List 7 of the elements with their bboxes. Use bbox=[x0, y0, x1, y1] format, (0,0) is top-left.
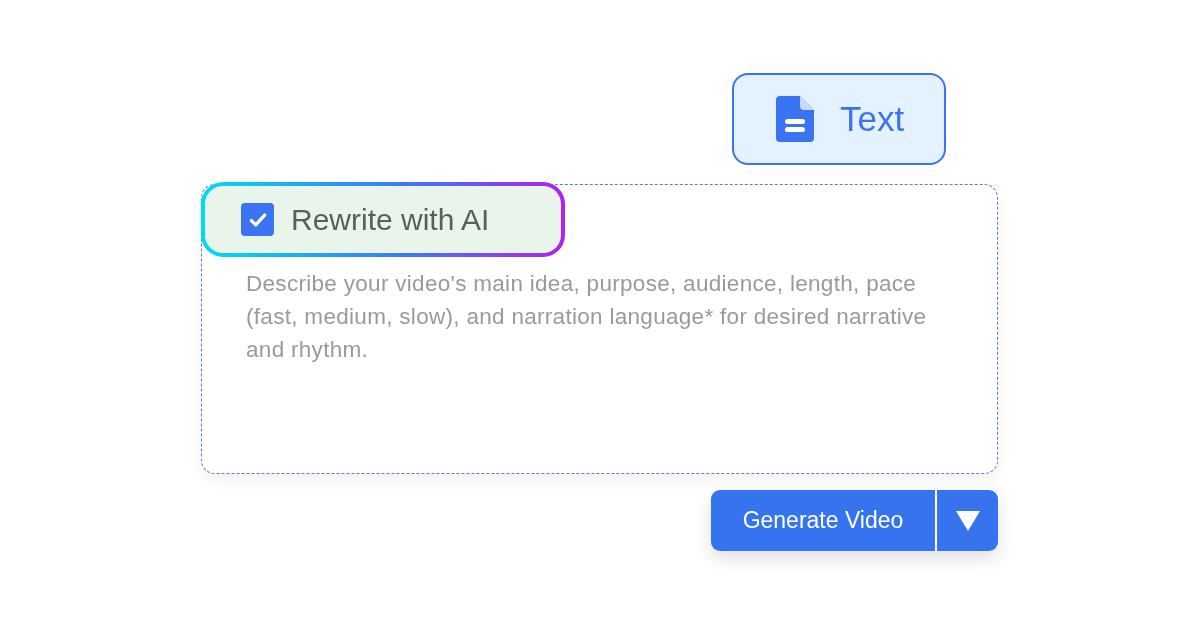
text-mode-button[interactable]: Text bbox=[732, 73, 946, 165]
generate-video-button[interactable]: Generate Video bbox=[711, 490, 937, 551]
checkbox[interactable] bbox=[241, 203, 274, 236]
prompt-field[interactable]: Rewrite with AI Describe your video's main idea, purpose, audience, length, pace (fast, medium, slow), and narration language* for desired narrative and rhythm. bbox=[201, 184, 998, 474]
caret-icon bbox=[955, 510, 980, 531]
document-icon bbox=[776, 96, 814, 142]
dropdown-button[interactable] bbox=[937, 490, 998, 551]
